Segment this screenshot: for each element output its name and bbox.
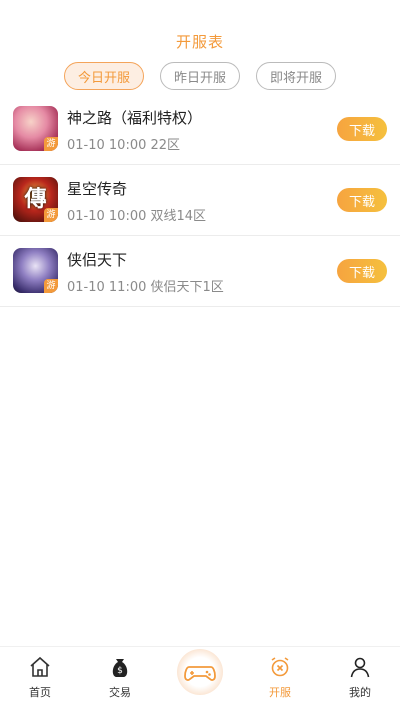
alarm-clock-icon bbox=[271, 657, 289, 677]
tab-today[interactable]: 今日开服 bbox=[64, 62, 144, 90]
game-name: 侠侣天下 bbox=[67, 251, 128, 269]
nav-label: 我的 bbox=[349, 686, 371, 699]
open-time: 01-10 11:00 bbox=[67, 280, 147, 295]
tab-upcoming[interactable]: 即将开服 bbox=[256, 62, 336, 90]
svg-text:$: $ bbox=[117, 666, 123, 676]
center-action-button[interactable] bbox=[177, 649, 223, 695]
server-tabs: 今日开服 昨日开服 即将开服 bbox=[0, 62, 400, 90]
nav-open-server[interactable]: 开服 bbox=[240, 647, 320, 710]
nav-label: 交易 bbox=[109, 686, 131, 699]
game-icon[interactable]: 游 bbox=[13, 248, 58, 293]
server-list: 游 神之路（福利特权） 01-10 10:00 22区 下载 傳 游 星空传奇 … bbox=[0, 94, 400, 307]
user-icon bbox=[350, 657, 370, 678]
game-name: 神之路（福利特权） bbox=[67, 109, 203, 127]
nav-mine[interactable]: 我的 bbox=[320, 647, 400, 710]
download-button[interactable]: 下载 bbox=[337, 117, 387, 141]
corner-badge: 游 bbox=[44, 279, 58, 293]
open-time: 01-10 10:00 bbox=[67, 138, 147, 153]
list-item[interactable]: 游 神之路（福利特权） 01-10 10:00 22区 下载 bbox=[0, 94, 400, 165]
download-button[interactable]: 下载 bbox=[337, 188, 387, 212]
server-name: 双线14区 bbox=[150, 209, 207, 224]
bottom-tabbar: 首页 $ 交易 开服 我的 bbox=[0, 646, 400, 710]
corner-badge: 游 bbox=[44, 208, 58, 222]
nav-game-center[interactable] bbox=[160, 647, 240, 710]
game-meta: 01-10 10:00 双线14区 bbox=[67, 205, 206, 224]
page-title: 开服表 bbox=[175, 33, 224, 51]
gamepad-icon bbox=[184, 666, 216, 681]
server-name: 侠侣天下1区 bbox=[150, 280, 224, 295]
game-meta: 01-10 10:00 22区 bbox=[67, 134, 180, 153]
game-icon[interactable]: 傳 游 bbox=[13, 177, 58, 222]
nav-label: 开服 bbox=[269, 686, 291, 699]
list-item[interactable]: 傳 游 星空传奇 01-10 10:00 双线14区 下载 bbox=[0, 165, 400, 236]
nav-home[interactable]: 首页 bbox=[0, 647, 80, 710]
money-bag-icon: $ bbox=[112, 659, 128, 677]
nav-label: 首页 bbox=[29, 686, 51, 699]
game-name: 星空传奇 bbox=[67, 180, 128, 198]
server-name: 22区 bbox=[150, 138, 181, 153]
game-meta: 01-10 11:00 侠侣天下1区 bbox=[67, 276, 224, 295]
tab-yesterday[interactable]: 昨日开服 bbox=[160, 62, 240, 90]
nav-trade[interactable]: $ 交易 bbox=[80, 647, 160, 710]
corner-badge: 游 bbox=[44, 137, 58, 151]
open-time: 01-10 10:00 bbox=[67, 209, 147, 224]
download-button[interactable]: 下载 bbox=[337, 259, 387, 283]
home-icon bbox=[30, 656, 50, 677]
game-icon[interactable]: 游 bbox=[13, 106, 58, 151]
list-item[interactable]: 游 侠侣天下 01-10 11:00 侠侣天下1区 下载 bbox=[0, 236, 400, 307]
